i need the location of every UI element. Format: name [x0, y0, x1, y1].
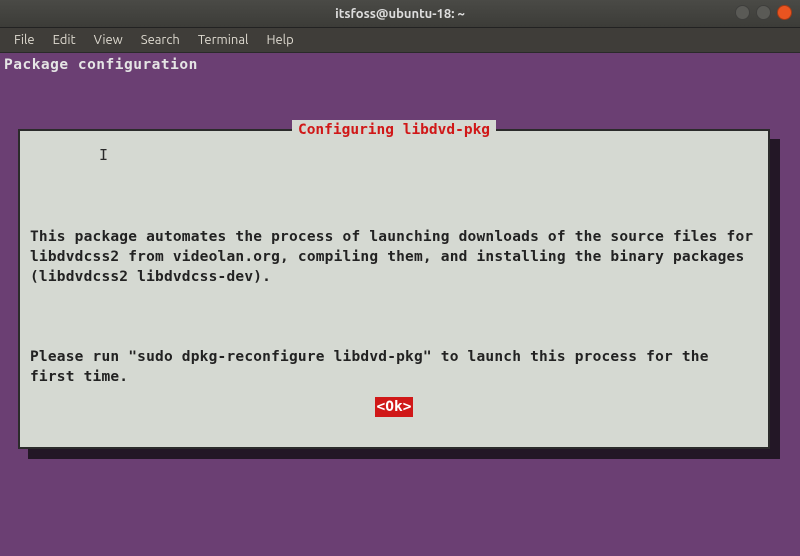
window-title: itsfoss@ubuntu-18: ~ — [335, 7, 465, 21]
window-controls — [735, 5, 792, 20]
menu-edit[interactable]: Edit — [45, 31, 84, 49]
minimize-icon[interactable] — [735, 5, 750, 20]
menu-view[interactable]: View — [86, 31, 131, 49]
config-dialog: Configuring libdvd-pkg This package auto… — [18, 129, 770, 449]
terminal-area[interactable]: Package configuration Configuring libdvd… — [0, 53, 800, 556]
menubar: File Edit View Search Terminal Help — [0, 28, 800, 53]
dialog-text-2: Please run "sudo dpkg-reconfigure libdvd… — [30, 347, 758, 387]
close-icon[interactable] — [777, 5, 792, 20]
dialog-text-1: This package automates the process of la… — [30, 227, 758, 287]
menu-help[interactable]: Help — [258, 31, 301, 49]
dialog-title: Configuring libdvd-pkg — [292, 120, 496, 140]
menu-file[interactable]: File — [6, 31, 43, 49]
menu-terminal[interactable]: Terminal — [190, 31, 257, 49]
page-title: Package configuration — [4, 55, 198, 75]
window-titlebar: itsfoss@ubuntu-18: ~ — [0, 0, 800, 28]
dialog-title-wrap: Configuring libdvd-pkg — [20, 120, 768, 140]
ok-button[interactable]: <Ok> — [375, 397, 414, 417]
menu-search[interactable]: Search — [133, 31, 188, 49]
maximize-icon[interactable] — [756, 5, 771, 20]
dialog-button-row: <Ok> — [20, 397, 768, 417]
